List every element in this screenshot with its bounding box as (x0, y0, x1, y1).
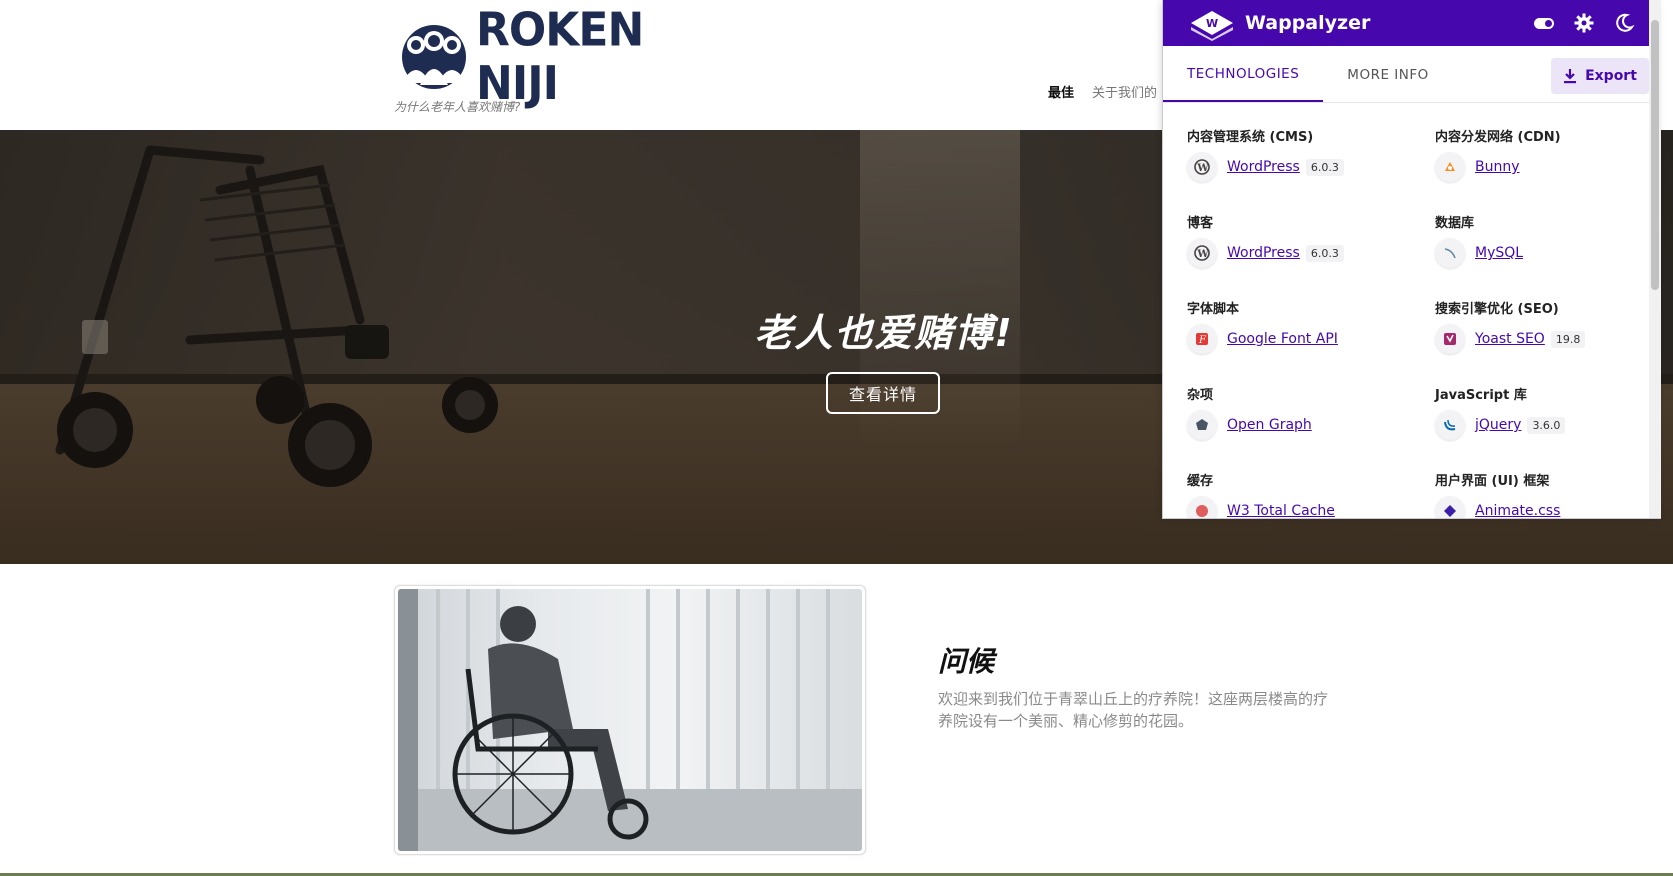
tech-item: W WordPress 6.0.3 (1187, 238, 1427, 268)
tab-technologies[interactable]: TECHNOLOGIES (1163, 48, 1324, 102)
tech-link[interactable]: WordPress (1227, 159, 1300, 175)
logo-people-icon (394, 23, 474, 91)
tech-item: W3 Total Cache (1187, 496, 1427, 518)
wappalyzer-brand: Wappalyzer (1245, 12, 1371, 34)
tech-item: Yoast SEO 19.8 (1435, 324, 1661, 354)
category-ui-frameworks: 用户界面 (UI) 框架 Animate.css (1435, 470, 1661, 518)
tech-link[interactable]: jQuery (1475, 417, 1521, 433)
svg-text:W: W (1196, 249, 1209, 260)
category-javascript-libraries: JavaScript 库 jQuery 3.6.0 (1435, 384, 1661, 440)
google-font-icon: F (1187, 324, 1217, 354)
tech-item: F Google Font API (1187, 324, 1427, 354)
animate-css-icon (1435, 496, 1465, 518)
category-title: 内容管理系统 (CMS) (1187, 130, 1314, 145)
bunny-icon (1435, 152, 1465, 182)
logo-text: ROKEN NIJI (476, 3, 644, 111)
svg-text:W: W (1206, 17, 1218, 30)
category-cdn: 内容分发网络 (CDN) Bunny (1435, 126, 1661, 182)
tech-link[interactable]: Bunny (1475, 159, 1520, 175)
category-title: 数据库 (1435, 216, 1475, 231)
category-font-scripts: 字体脚本 F Google Font API (1187, 298, 1427, 354)
wheelchair-photo (398, 589, 862, 851)
svg-text:W: W (1196, 163, 1209, 174)
wordpress-icon: W (1187, 238, 1217, 268)
category-blog: 博客 W WordPress 6.0.3 (1187, 212, 1427, 268)
wappalyzer-scrollbar[interactable] (1649, 0, 1661, 518)
category-title: JavaScript 库 (1435, 388, 1527, 403)
category-title: 字体脚本 (1187, 302, 1240, 317)
greeting-title: 问候 (938, 645, 995, 678)
category-title: 用户界面 (UI) 框架 (1435, 474, 1550, 489)
main-nav: 最佳 关于我们的 (1048, 82, 1157, 101)
wordpress-icon: W (1187, 152, 1217, 182)
export-label: Export (1585, 68, 1637, 84)
gear-icon[interactable] (1573, 12, 1595, 34)
tech-link[interactable]: MySQL (1475, 245, 1523, 261)
svg-text:F: F (1198, 335, 1207, 346)
site-tagline: 为什么老年人喜欢赌博? (394, 100, 521, 114)
nav-item-about[interactable]: 关于我们的 (1092, 82, 1157, 101)
category-title: 内容分发网络 (CDN) (1435, 130, 1561, 145)
export-button[interactable]: Export (1551, 58, 1649, 94)
site-logo[interactable]: ROKEN NIJI (394, 3, 694, 111)
wappalyzer-header: W Wappalyzer (1163, 0, 1661, 46)
category-title: 缓存 (1187, 474, 1214, 489)
category-miscellaneous: 杂项 Open Graph (1187, 384, 1427, 440)
category-title: 杂项 (1187, 388, 1214, 403)
tech-link[interactable]: Open Graph (1227, 417, 1312, 433)
download-icon (1564, 69, 1577, 84)
w3-total-cache-icon (1187, 496, 1217, 518)
open-graph-icon (1187, 410, 1217, 440)
toggle-icon[interactable] (1533, 12, 1555, 34)
category-caching: 缓存 W3 Total Cache (1187, 470, 1427, 518)
tech-link[interactable]: Animate.css (1475, 503, 1560, 518)
tech-link[interactable]: WordPress (1227, 245, 1300, 261)
wappalyzer-popup: W Wappalyzer TECHNOLOGIES MORE INFO Expo… (1162, 0, 1661, 519)
tech-version: 3.6.0 (1527, 416, 1566, 434)
jquery-icon (1435, 410, 1465, 440)
tech-link[interactable]: Google Font API (1227, 331, 1338, 347)
moon-icon[interactable] (1613, 12, 1635, 34)
tech-item: W WordPress 6.0.3 (1187, 152, 1427, 182)
tech-item: jQuery 3.6.0 (1435, 410, 1661, 440)
tech-link[interactable]: Yoast SEO (1475, 331, 1545, 347)
wappalyzer-logo-icon: W (1187, 5, 1237, 41)
tech-item: MySQL (1435, 238, 1661, 268)
content-photo-frame (394, 585, 866, 855)
tech-link[interactable]: W3 Total Cache (1227, 503, 1335, 518)
category-title: 博客 (1187, 216, 1214, 231)
tab-more-info[interactable]: MORE INFO (1323, 48, 1452, 102)
mysql-icon (1435, 238, 1465, 268)
category-title: 搜索引擎优化 (SEO) (1435, 302, 1559, 317)
tech-version: 6.0.3 (1305, 244, 1344, 262)
nav-item-best[interactable]: 最佳 (1048, 82, 1074, 101)
tech-item: Open Graph (1187, 410, 1427, 440)
tech-item: Bunny (1435, 152, 1661, 182)
category-seo: 搜索引擎优化 (SEO) Yoast SEO 19.8 (1435, 298, 1661, 354)
wappalyzer-tabs: TECHNOLOGIES MORE INFO Export (1163, 46, 1661, 103)
yoast-icon (1435, 324, 1465, 354)
tech-version: 19.8 (1550, 330, 1586, 348)
tech-version: 6.0.3 (1305, 158, 1344, 176)
greeting-text: 欢迎来到我们位于青翠山丘上的疗养院！这座两层楼高的疗养院设有一个美丽、精心修剪的… (938, 690, 1329, 730)
tech-item: Animate.css (1435, 496, 1661, 518)
view-details-button[interactable]: 查看详情 (826, 372, 940, 414)
technologies-list: 内容管理系统 (CMS) W WordPress 6.0.3 内容分发网络 (C… (1163, 104, 1661, 518)
category-database: 数据库 MySQL (1435, 212, 1661, 268)
category-cms: 内容管理系统 (CMS) W WordPress 6.0.3 (1187, 126, 1427, 182)
